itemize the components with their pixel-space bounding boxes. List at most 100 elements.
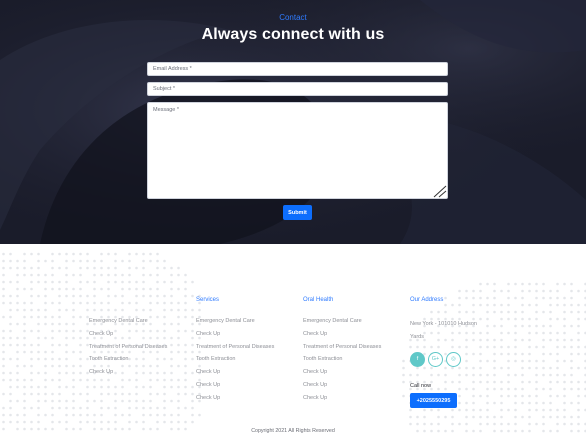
background-dot	[58, 371, 61, 375]
background-dot	[2, 259, 5, 263]
background-dot	[177, 322, 180, 326]
background-dot	[549, 394, 552, 398]
background-dot	[549, 310, 552, 314]
footer-link-check-up[interactable]: Check Up	[196, 382, 274, 395]
facebook-icon[interactable]: f	[410, 351, 425, 367]
background-dot	[44, 392, 47, 396]
background-dot	[514, 401, 517, 405]
background-dot	[556, 289, 559, 293]
background-dot	[563, 317, 566, 321]
background-dot	[577, 324, 580, 328]
background-dot	[156, 413, 159, 417]
background-dot	[16, 294, 19, 298]
footer-link-check-up[interactable]: Check Up	[196, 395, 274, 408]
background-dot	[23, 259, 26, 263]
background-dot	[500, 408, 503, 412]
background-dot	[521, 380, 524, 384]
background-dot	[30, 266, 33, 270]
footer-link-check-up[interactable]: Check Up	[303, 382, 381, 395]
background-dot	[51, 413, 54, 417]
instagram-icon[interactable]: ◎	[446, 351, 461, 367]
background-dot	[107, 287, 110, 291]
background-dot	[23, 399, 26, 403]
background-dot	[44, 364, 47, 368]
background-dot	[556, 331, 559, 335]
background-dot	[577, 394, 580, 398]
background-dot	[542, 296, 545, 300]
background-dot	[65, 266, 68, 270]
background-dot	[177, 378, 180, 382]
footer-link-tooth-extraction[interactable]: Tooth Extraction	[196, 356, 274, 369]
background-dot	[191, 399, 194, 403]
background-dot	[37, 252, 40, 256]
background-dot	[514, 422, 517, 426]
background-dot	[16, 385, 19, 389]
resize-grip-icon[interactable]	[433, 185, 447, 198]
background-dot	[9, 294, 12, 298]
footer-link-tooth-extraction[interactable]: Tooth Extraction	[303, 356, 381, 369]
background-dot	[51, 392, 54, 396]
background-dot	[170, 399, 173, 403]
footer-link-check-up[interactable]: Check Up	[89, 331, 167, 344]
background-dot	[37, 294, 40, 298]
google-plus-icon[interactable]: G+	[428, 351, 443, 367]
background-dot	[156, 259, 159, 263]
background-dot	[37, 343, 40, 347]
footer-column-heading: Oral Health	[303, 297, 334, 303]
background-dot	[535, 296, 538, 300]
background-dot	[65, 406, 68, 410]
footer-link-treatment[interactable]: Treatment of Personal Diseases	[303, 344, 381, 357]
background-dot	[514, 296, 517, 300]
background-dot	[563, 331, 566, 335]
background-dot	[191, 392, 194, 396]
background-dot	[72, 273, 75, 277]
background-dot	[121, 392, 124, 396]
background-dot	[191, 343, 194, 347]
footer-link-treatment[interactable]: Treatment of Personal Diseases	[89, 344, 167, 357]
background-dot	[9, 322, 12, 326]
message-field[interactable]	[147, 102, 448, 199]
background-dot	[191, 322, 194, 326]
background-dot	[535, 373, 538, 377]
footer-link-check-up[interactable]: Check Up	[303, 331, 381, 344]
background-dot	[570, 366, 573, 370]
background-dot	[577, 387, 580, 391]
subject-field[interactable]	[147, 82, 448, 96]
footer-link-emergency-dental-care[interactable]: Emergency Dental Care	[196, 318, 274, 331]
background-dot	[44, 357, 47, 361]
footer-link-check-up[interactable]: Check Up	[89, 369, 167, 382]
footer-link-treatment[interactable]: Treatment of Personal Diseases	[196, 344, 274, 357]
background-dot	[79, 273, 82, 277]
background-dot	[402, 359, 405, 363]
submit-button[interactable]: Submit	[283, 205, 312, 220]
background-dot	[2, 378, 5, 382]
background-dot	[30, 287, 33, 291]
background-dot	[430, 408, 433, 412]
footer-link-emergency-dental-care[interactable]: Emergency Dental Care	[303, 318, 381, 331]
footer-link-tooth-extraction[interactable]: Tooth Extraction	[89, 356, 167, 369]
background-dot	[542, 408, 545, 412]
phone-button[interactable]: +2025550295	[410, 393, 457, 409]
background-dot	[128, 259, 131, 263]
background-dot	[556, 345, 559, 349]
footer-link-check-up[interactable]: Check Up	[196, 331, 274, 344]
background-dot	[191, 315, 194, 319]
footer-link-check-up[interactable]: Check Up	[303, 395, 381, 408]
background-dot	[577, 352, 580, 356]
background-dot	[170, 308, 173, 312]
background-dot	[507, 373, 510, 377]
background-dot	[16, 420, 19, 424]
email-field[interactable]	[147, 62, 448, 76]
background-dot	[521, 317, 524, 321]
background-dot	[528, 289, 531, 293]
footer-link-check-up[interactable]: Check Up	[303, 369, 381, 382]
background-dot	[563, 380, 566, 384]
background-dot	[72, 294, 75, 298]
background-dot	[23, 343, 26, 347]
background-dot	[556, 415, 559, 419]
footer-link-check-up[interactable]: Check Up	[196, 369, 274, 382]
background-dot	[170, 280, 173, 284]
footer-link-emergency-dental-care[interactable]: Emergency Dental Care	[89, 318, 167, 331]
background-dot	[577, 310, 580, 314]
background-dot	[563, 415, 566, 419]
